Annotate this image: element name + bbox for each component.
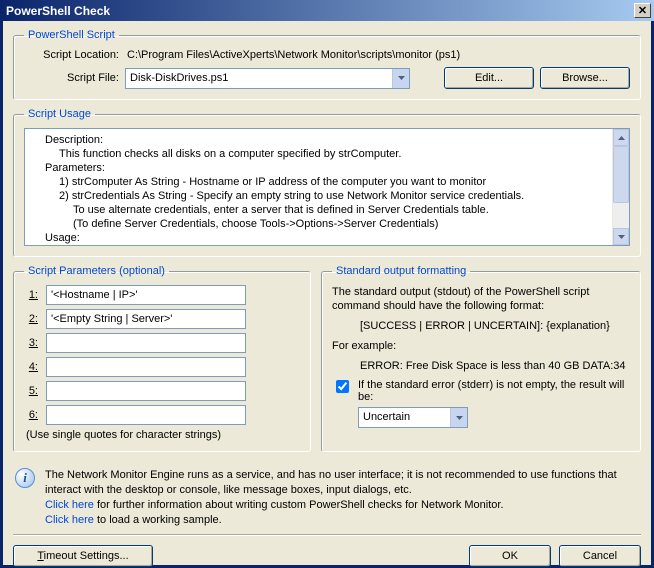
- stdout-desc: The standard output (stdout) of the Powe…: [332, 285, 630, 313]
- param-3-label: 3:: [24, 337, 38, 349]
- edit-button[interactable]: Edit...: [444, 67, 534, 89]
- group-script-parameters: Script Parameters (optional) 1: 2: 3: 4:…: [13, 265, 311, 452]
- stderr-result-value: Uncertain: [359, 408, 450, 427]
- scroll-thumb[interactable]: [613, 146, 629, 203]
- info-icon: i: [15, 468, 35, 488]
- group-powershell-script: PowerShell Script Script Location: C:\Pr…: [13, 29, 641, 100]
- link-more-info[interactable]: Click here: [45, 499, 94, 511]
- usage-p2a: To use alternate credentials, enter a se…: [31, 203, 606, 217]
- group-stdout-formatting: Standard output formatting The standard …: [321, 265, 641, 452]
- params-note: (Use single quotes for character strings…: [26, 429, 300, 441]
- scroll-up-icon[interactable]: [613, 129, 629, 146]
- param-6-input[interactable]: [46, 405, 246, 425]
- title-bar[interactable]: PowerShell Check ✕: [0, 0, 654, 21]
- cancel-button[interactable]: Cancel: [559, 545, 641, 567]
- usage-usage-h: Usage:: [31, 231, 606, 245]
- usage-p2: 2) strCredentials As String - Specify an…: [31, 189, 606, 203]
- separator: [13, 534, 641, 535]
- usage-p1: 1) strComputer As String - Hostname or I…: [31, 175, 606, 189]
- info-text: The Network Monitor Engine runs as a ser…: [45, 468, 639, 498]
- group-script-usage-legend: Script Usage: [24, 108, 95, 120]
- scroll-down-icon[interactable]: [613, 228, 629, 245]
- group-script-parameters-legend: Script Parameters (optional): [24, 265, 169, 277]
- stderr-result-combo[interactable]: Uncertain: [358, 407, 468, 428]
- scroll-track[interactable]: [613, 146, 629, 228]
- script-file-value: Disk-DiskDrives.ps1: [126, 69, 392, 88]
- info-link2-tail: to load a working sample.: [94, 514, 222, 526]
- usage-desc-h: Description:: [31, 133, 606, 147]
- param-3-input[interactable]: [46, 333, 246, 353]
- window-body: PowerShell Script Script Location: C:\Pr…: [0, 21, 654, 568]
- param-2-label: 2:: [24, 313, 38, 325]
- script-file-combo[interactable]: Disk-DiskDrives.ps1: [125, 68, 410, 89]
- param-1-label: 1:: [24, 289, 38, 301]
- info-link1-tail: for further information about writing cu…: [94, 499, 504, 511]
- timeout-btn-rest: imeout Settings...: [44, 550, 129, 562]
- stdout-eg: ERROR: Free Disk Space is less than 40 G…: [332, 359, 630, 373]
- usage-param-h: Parameters:: [31, 161, 606, 175]
- usage-text-area: Description: This function checks all di…: [24, 128, 630, 246]
- usage-p2b: (To define Server Credentials, choose To…: [31, 217, 606, 231]
- script-file-label: Script File:: [24, 72, 119, 84]
- stderr-checkbox-label: If the standard error (stderr) is not em…: [358, 379, 630, 403]
- chevron-down-icon[interactable]: [392, 69, 409, 88]
- ok-button[interactable]: OK: [469, 545, 551, 567]
- param-4-label: 4:: [24, 361, 38, 373]
- chevron-down-icon[interactable]: [450, 408, 467, 427]
- param-2-input[interactable]: [46, 309, 246, 329]
- group-stdout-legend: Standard output formatting: [332, 265, 470, 277]
- stdout-eg-label: For example:: [332, 339, 630, 353]
- param-1-input[interactable]: [46, 285, 246, 305]
- stderr-checkbox[interactable]: [336, 380, 349, 393]
- window-title: PowerShell Check: [6, 4, 110, 18]
- param-4-input[interactable]: [46, 357, 246, 377]
- param-6-label: 6:: [24, 409, 38, 421]
- param-5-label: 5:: [24, 385, 38, 397]
- group-script-usage: Script Usage Description: This function …: [13, 108, 641, 257]
- link-load-sample[interactable]: Click here: [45, 514, 94, 526]
- script-location-value: C:\Program Files\ActiveXperts\Network Mo…: [125, 49, 630, 61]
- timeout-settings-button[interactable]: Timeout Settings...: [13, 545, 153, 567]
- info-panel: i The Network Monitor Engine runs as a s…: [15, 468, 639, 528]
- usage-desc-t: This function checks all disks on a comp…: [31, 147, 606, 161]
- script-location-label: Script Location:: [24, 49, 119, 61]
- stdout-format: [SUCCESS | ERROR | UNCERTAIN]: {explanat…: [332, 319, 630, 333]
- close-button[interactable]: ✕: [634, 3, 651, 18]
- param-5-input[interactable]: [46, 381, 246, 401]
- browse-button[interactable]: Browse...: [540, 67, 630, 89]
- group-powershell-script-legend: PowerShell Script: [24, 29, 119, 41]
- usage-scrollbar[interactable]: [612, 129, 629, 245]
